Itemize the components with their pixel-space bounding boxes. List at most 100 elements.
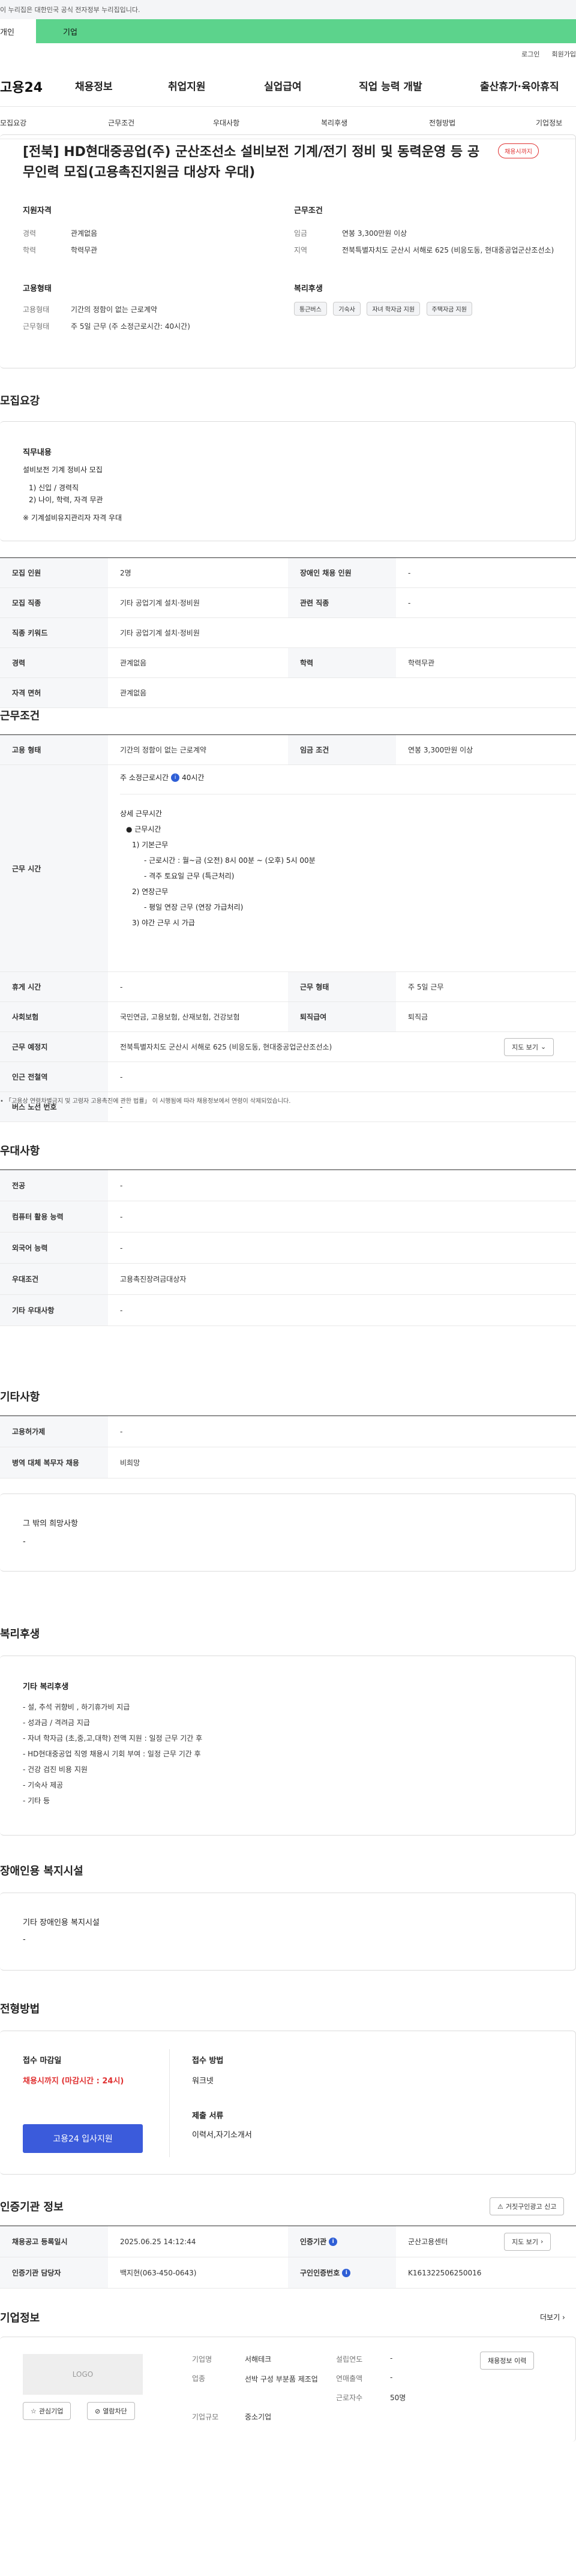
other-wish-title: 그 밖의 희망사항 — [23, 1519, 78, 1528]
company-more-link[interactable]: 더보기 › — [540, 2312, 565, 2322]
gnb-training[interactable]: 직업 능력 개발 — [359, 78, 422, 93]
table-header: 사회보험 — [0, 1002, 108, 1031]
table-cell: - — [120, 1427, 123, 1436]
founded-value: - — [390, 2354, 393, 2362]
lnb-selection[interactable]: 전형방법 — [429, 118, 455, 128]
disabled-box: 기타 장애인용 복지시설 - — [0, 1893, 576, 1971]
list-item: - 건강 검진 비용 지원 — [23, 1765, 88, 1774]
gov-banner: 이 누리집은 대한민국 공식 전자정부 누리집입니다. — [0, 0, 576, 19]
table-cell: - — [120, 1181, 123, 1190]
chip-dorm: 기숙사 — [333, 302, 361, 316]
work-title: 근무조건 — [0, 710, 40, 722]
history-button-label: 채용정보 이력 — [488, 2357, 527, 2365]
selection-box: 접수 마감일 채용시까지 (마감시간 : 24시) 고용24 입사지원 접수 방… — [0, 2031, 576, 2175]
table-header: 외국어 능력 — [0, 1232, 108, 1263]
table-cell: - — [408, 568, 411, 577]
gnb-employment-support[interactable]: 취업지원 — [168, 78, 206, 93]
table-row: 전공 - — [0, 1170, 576, 1201]
wage-value: 연봉 3,300만원 이상 — [342, 229, 407, 238]
table-header: 모집 직종 — [0, 588, 108, 617]
lnb-prefer[interactable]: 우대사항 — [213, 118, 239, 128]
gnb-leave[interactable]: 출산휴가·육아휴직 — [480, 78, 559, 93]
tab-company[interactable]: 기업 — [36, 19, 576, 43]
age-note-text: 「고용상 연령차별금지 및 고령자 고용촉진에 관한 법률」 이 시행됨에 따라… — [5, 1098, 291, 1105]
table-cell: 기타 공업기계 설치·정비원 — [120, 599, 200, 607]
recruit-section: 모집요강 직무내용 설비보전 기계 정비사 모집 1) 신입 / 경력직 2) … — [0, 368, 576, 708]
deadline-value: 채용시까지 (마감시간 : 24시) — [23, 2077, 124, 2086]
map-button-label: 지도 보기 — [512, 1043, 538, 1051]
employees-value: 50명 — [390, 2394, 406, 2402]
detail-line: - 평일 연장 근무 (연장 가급처리) — [144, 903, 244, 911]
info-icon[interactable]: i — [342, 2268, 351, 2277]
etc-section: 기타사항 고용허가제 - 병역 대체 복무자 채용 비희망 그 밖의 희망사항 - — [0, 1341, 576, 1581]
list-item: - 기타 등 — [23, 1797, 50, 1805]
company-more-label: 더보기 — [540, 2313, 560, 2322]
employees-label: 근로자수 — [336, 2394, 363, 2402]
status-badge: 채용시까지 — [498, 143, 539, 158]
applicant-career-value: 관계없음 — [71, 229, 98, 238]
table-row: 모집 인원 2명 장애인 채용 인원 - — [0, 558, 576, 588]
agency-map-button[interactable]: 지도 보기 › — [504, 2232, 551, 2251]
login-link[interactable]: 로그인 — [521, 49, 539, 59]
info-icon[interactable]: i — [171, 773, 180, 782]
chip-housing: 주택자금 지원 — [426, 302, 472, 316]
agency-title: 인증기관 정보 — [0, 2201, 64, 2214]
prefer-title: 우대사항 — [0, 1145, 40, 1157]
table-cell: 주 5일 근무 — [408, 983, 444, 991]
info-icon[interactable]: i — [329, 2237, 338, 2246]
tab-personal[interactable]: 개인 — [0, 19, 36, 43]
duty-lines: 설비보전 기계 정비사 모집 1) 신입 / 경력직 2) 나이, 학력, 자격… — [23, 464, 122, 524]
industry-value: 선박 구성 부분품 제조업 — [245, 2375, 318, 2383]
chevron-right-icon: › — [562, 2313, 565, 2322]
gnb-unemployment[interactable]: 실업급여 — [264, 78, 302, 93]
agency-id-label: 구인인증번호 — [300, 2269, 340, 2277]
chip-tuition: 자녀 학자금 지원 — [367, 302, 421, 316]
welfare-chips: 통근버스 기숙사 자녀 학자금 지원 주택자금 지원 — [294, 302, 476, 316]
deadline-label: 접수 마감일 — [23, 2056, 62, 2065]
docs-value: 이력서,자기소개서 — [192, 2131, 252, 2140]
table-row: 고용허가제 - — [0, 1416, 576, 1447]
disabled-box-title: 기타 장애인용 복지시설 — [23, 1918, 100, 1927]
table-cell: 고용촉진장려금대상자 — [120, 1275, 187, 1283]
lnb-benefit[interactable]: 복리후생 — [321, 118, 347, 128]
table-cell: - — [120, 1072, 123, 1081]
agency-section: 인증기관 정보 ⚠ 거짓구인광고 신고 채용공고 등록일시 2025.06.25 … — [0, 2197, 576, 2310]
table-cell: - — [120, 1243, 123, 1252]
lnb-recruit[interactable]: 모집요강 — [0, 118, 26, 128]
table-cell: - — [120, 982, 123, 991]
gov-banner-text: 이 누리집은 대한민국 공식 전자정부 누리집입니다. — [0, 6, 140, 14]
map-button[interactable]: 지도 보기 ⌄ — [504, 1037, 554, 1056]
lnb-work[interactable]: 근무조건 — [108, 118, 134, 128]
etc-table: 고용허가제 - 병역 대체 복무자 채용 비희망 — [0, 1416, 576, 1479]
table-header: 근무 시간 — [0, 765, 108, 971]
chevron-right-icon: › — [540, 2238, 544, 2245]
table-cell: 기간의 정함이 없는 근로계약 — [120, 746, 206, 754]
lnb-company[interactable]: 기업정보 — [536, 118, 562, 128]
apply-button[interactable]: 고용24 입사지원 — [23, 2124, 143, 2153]
selection-title: 전형방법 — [0, 2003, 40, 2016]
table-cell: 백지현(063-450-0643) — [120, 2269, 197, 2277]
report-icon: ⚠ — [497, 2202, 503, 2211]
utility-nav: 로그인 회원가입 — [0, 43, 576, 65]
interest-button[interactable]: ☆ 관심기업 — [23, 2402, 71, 2420]
block-button[interactable]: ⊘ 열람차단 — [87, 2402, 135, 2420]
table-header: 모집 인원 — [0, 558, 108, 587]
table-header: 휴게 시간 — [0, 972, 108, 1001]
table-cell: K161322506250016 — [408, 2268, 482, 2277]
method-value: 워크넷 — [192, 2077, 214, 2086]
table-header: 전공 — [0, 1170, 108, 1201]
site-logo[interactable]: 고용24 — [0, 77, 43, 96]
detail-line: 1) 기본근무 — [132, 841, 169, 849]
list-item: - HD현대중공업 직영 채용시 기회 부여 : 일정 근무 기간 후 — [23, 1750, 201, 1758]
disabled-box-value: - — [23, 1935, 26, 1944]
history-button[interactable]: 채용정보 이력 — [480, 2352, 535, 2370]
company-box: LOGO ☆ 관심기업 ⊘ 열람차단 기업명 서해테크 업종 선박 구성 부분품 제… — [0, 2337, 576, 2442]
report-button[interactable]: ⚠ 거짓구인광고 신고 — [490, 2197, 565, 2215]
signup-link[interactable]: 회원가입 — [552, 49, 576, 59]
table-header: 인근 전철역 — [0, 1062, 108, 1091]
table-row: 인증기관 담당자 백지현(063-450-0643) 구인인증번호 i K1613… — [0, 2257, 576, 2289]
gnb-jobs[interactable]: 채용정보 — [75, 78, 113, 93]
work-table: 고용 형태 기간의 정함이 없는 근로계약 임금 조건 연봉 3,300만원 이… — [0, 734, 576, 1122]
weekly-hours-label: 주 소정근로시간 — [120, 773, 169, 782]
table-cell: 2025.06.25 14:12:44 — [120, 2237, 196, 2246]
